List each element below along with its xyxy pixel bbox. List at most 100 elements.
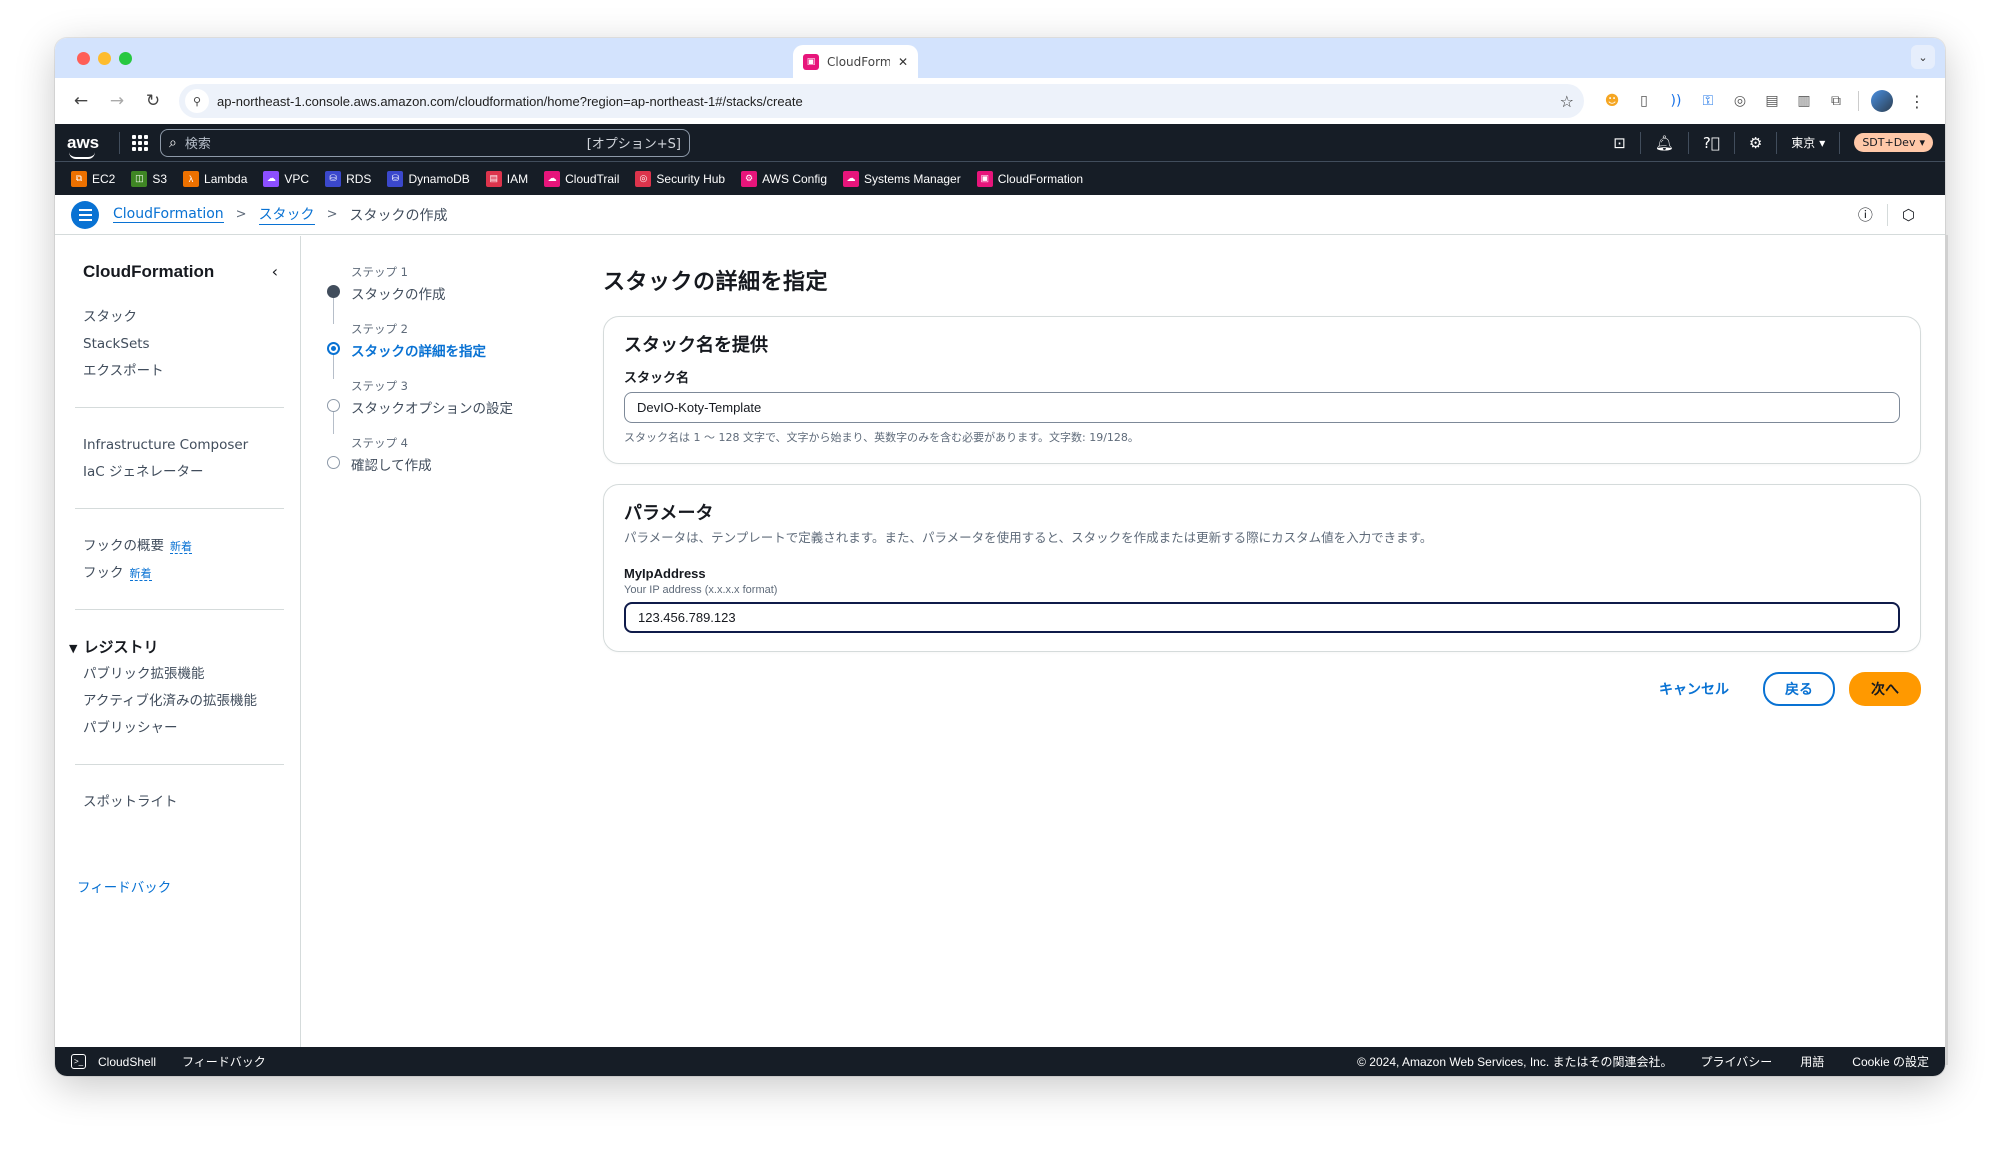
myipaddress-input[interactable] [624,602,1900,633]
registry-title: レジストリ [83,638,159,656]
sidebar-item-public-extensions[interactable]: パブリック拡張機能 [83,661,284,688]
caret-down-icon: ▼ [69,642,78,655]
footer-feedback-link[interactable]: フィードバック [182,1053,266,1070]
page-scrollbar[interactable] [1945,235,1948,1065]
extension-lock-icon[interactable]: ◎ [1730,91,1750,111]
sidebar-item-infrastructure-composer[interactable]: Infrastructure Composer [83,432,284,459]
browser-tab[interactable]: ▣ CloudForm ✕ [793,45,918,78]
tab-search-button[interactable]: ⌄ [1911,45,1935,69]
sidebar-item-hooks-overview[interactable]: フックの概要 新着 [83,533,284,560]
favorite-label: DynamoDB [408,171,470,186]
explore-icon[interactable]: ⬡ [1888,206,1929,224]
breadcrumb-cloudformation[interactable]: CloudFormation [113,206,224,223]
favorite-security-hub[interactable]: ◎ Security Hub [635,170,725,187]
lambda-icon: λ [183,170,200,187]
browser-toolbar: ← → ↻ ⚲ ap-northeast-1.console.aws.amazo… [55,78,1945,124]
favorite-iam[interactable]: ▤ IAM [485,170,529,187]
url-text[interactable]: ap-northeast-1.console.aws.amazon.com/cl… [217,94,1560,109]
stack-name-input[interactable] [624,392,1900,423]
extensions-area: ☻ ▯ )) ⚿ ◎ ▤ ▥ ⧉ ⋮ [1596,90,1935,112]
reload-button[interactable]: ↻ [137,85,169,117]
services-grid-icon[interactable] [132,134,148,151]
footer-cloudshell-link[interactable]: CloudShell [98,1055,156,1069]
breadcrumb-stacks[interactable]: スタック [258,204,315,225]
site-info-icon[interactable]: ⚲ [185,89,209,113]
privacy-link[interactable]: プライバシー [1701,1053,1773,1070]
aws-top-nav: aws ⌕ 検索 [オプション+S] ⊡ 🔔︎ ?⃝ ⚙ 東京 ▾ SDT+Dev… [55,124,1945,162]
favorite-systems-manager[interactable]: ☁ Systems Manager [843,170,961,187]
bookmark-star-icon[interactable]: ☆ [1560,92,1574,111]
sidebar-item-hooks[interactable]: フック 新着 [83,560,284,587]
aws-logo[interactable]: aws [67,134,107,159]
stack-name-label: スタック名 [624,370,690,385]
extension-key-icon[interactable]: ⚿ [1698,91,1718,111]
help-icon[interactable]: ?⃝ [1689,131,1735,154]
rds-icon: ⛁ [325,170,342,187]
sidebar-item-activated-extensions[interactable]: アクティブ化済みの拡張機能 [83,688,284,715]
info-icon[interactable]: ⓘ [1844,204,1887,225]
cloudshell-icon[interactable]: ⊡ [1599,131,1641,154]
forward-button[interactable]: → [101,85,133,117]
extension-mascot-icon[interactable]: ☻ [1602,91,1622,111]
aws-config-icon: ⚙ [741,170,758,187]
iam-icon: ▤ [485,170,502,187]
aws-search-input[interactable]: ⌕ 検索 [オプション+S] [160,128,690,157]
region-selector[interactable]: 東京 ▾ [1777,131,1841,154]
browser-menu-icon[interactable]: ⋮ [1905,92,1929,111]
sidebar-item-stacks[interactable]: スタック [83,304,284,331]
sidebar-item-publishers[interactable]: パブリッシャー [83,715,284,742]
cookie-preferences-link[interactable]: Cookie の設定 [1852,1053,1929,1070]
close-window-button[interactable] [77,52,90,65]
registry-section-toggle[interactable]: ▼ レジストリ [69,634,284,661]
sidebar-item-exports[interactable]: エクスポート [83,358,284,385]
favorite-label: IAM [506,171,529,186]
address-bar[interactable]: ⚲ ap-northeast-1.console.aws.amazon.com/… [179,84,1584,118]
sidenav-divider [75,609,284,610]
cancel-button[interactable]: キャンセル [1639,673,1749,705]
sidenav-title[interactable]: CloudFormation [83,262,284,282]
wizard-actions: キャンセル 戻る 次へ [603,672,1921,706]
favorite-dynamodb[interactable]: ⛁ DynamoDB [387,170,470,187]
stack-name-constraint: スタック名は 1 ～ 128 文字で、文字から始まり、英数字のみを含む必要があり… [624,431,1139,444]
back-button[interactable]: ← [65,85,97,117]
extension-clipboard-icon[interactable]: ▤ [1762,91,1782,111]
step-pending-icon [327,456,340,469]
sidebar-item-stacksets[interactable]: StackSets [83,331,284,358]
collapse-sidenav-icon[interactable]: ‹ [272,262,278,281]
favorite-lambda[interactable]: λ Lambda [183,170,247,187]
extension-document-icon[interactable]: ▥ [1794,91,1814,111]
favorite-label: RDS [346,171,372,186]
back-button[interactable]: 戻る [1763,672,1835,706]
profile-avatar[interactable] [1871,90,1893,112]
search-icon: ⌕ [169,134,177,151]
favorite-s3[interactable]: ◫ S3 [131,170,167,187]
wizard-step-4: ステップ 4 確認して作成 [327,435,601,474]
sidenav-divider [75,764,284,765]
sidenav-feedback-link[interactable]: フィードバック [77,876,284,896]
step-current-icon [327,342,340,355]
copyright-text: © 2024, Amazon Web Services, Inc. またはその関… [1357,1055,1673,1069]
chevron-right-icon: > [326,207,338,222]
settings-gear-icon[interactable]: ⚙ [1735,131,1778,154]
menu-toggle-icon[interactable] [71,200,99,229]
favorite-aws-config[interactable]: ⚙ AWS Config [741,170,827,187]
extensions-puzzle-icon[interactable]: ⧉ [1826,91,1846,111]
next-button[interactable]: 次へ [1849,672,1921,706]
sidebar-item-spotlight[interactable]: スポットライト [83,789,284,816]
extension-wave-icon[interactable]: )) [1666,91,1686,111]
favorite-rds[interactable]: ⛁ RDS [325,170,372,187]
favorite-cloudformation[interactable]: ▣ CloudFormation [976,170,1083,187]
extension-copy-icon[interactable]: ▯ [1634,91,1654,111]
terms-link[interactable]: 用語 [1800,1053,1824,1070]
account-menu[interactable]: SDT+Dev ▾ [1854,133,1933,152]
minimize-window-button[interactable] [98,52,111,65]
tab-close-icon[interactable]: ✕ [898,55,908,69]
favorite-vpc[interactable]: ☁ VPC [263,170,309,187]
notifications-bell-icon[interactable]: 🔔︎ [1641,131,1689,154]
favorite-cloudtrail[interactable]: ☁ CloudTrail [544,170,619,187]
wizard-step-1[interactable]: ステップ 1 スタックの作成 [327,264,601,303]
maximize-window-button[interactable] [119,52,132,65]
sidebar-item-iac-generator[interactable]: IaC ジェネレーター [83,459,284,486]
favorite-ec2[interactable]: ⧉ EC2 [71,170,115,187]
favorites-bar: ⧉ EC2 ◫ S3 λ Lambda ☁ VPC ⛁ RDS ⛁ DynamoDB ▤ IAM ☁ Clou… [55,162,1945,195]
